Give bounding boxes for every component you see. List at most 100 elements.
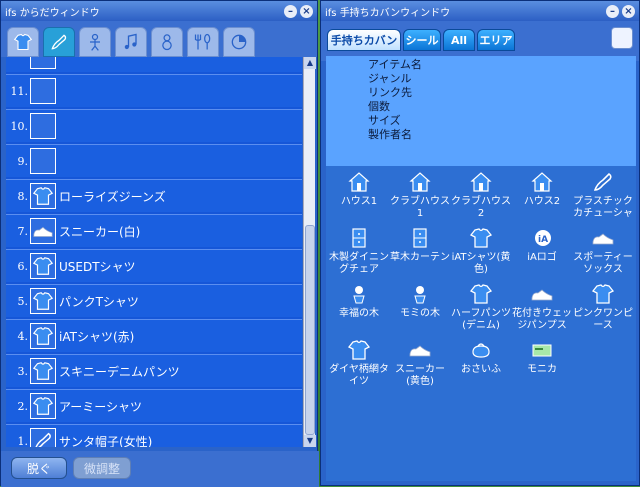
item-name: サンタ帽子(女性) bbox=[59, 434, 153, 448]
equipped-row[interactable]: 9. bbox=[6, 144, 302, 177]
grid-view-icon[interactable] bbox=[611, 27, 633, 49]
bag-item[interactable]: モミの木 bbox=[389, 282, 451, 320]
bag-item[interactable]: ハーフパンツ(デニム) bbox=[450, 282, 512, 332]
bag-item-label: プラスチックカチューシャ bbox=[573, 196, 633, 219]
bag-item[interactable]: スポーティーソックス bbox=[572, 226, 634, 276]
scroll-thumb[interactable] bbox=[305, 225, 315, 435]
bag-item[interactable]: ピンクワンピース bbox=[572, 282, 634, 332]
equipped-row[interactable]: 2. アーミーシャツ bbox=[6, 389, 302, 422]
bag-item[interactable]: クラブハウス1 bbox=[389, 170, 451, 220]
cabinet-icon bbox=[389, 226, 451, 250]
item-slot bbox=[30, 148, 56, 174]
row-number: 3. bbox=[17, 364, 29, 378]
item-slot bbox=[30, 323, 56, 349]
info-label: 製作者名 bbox=[368, 128, 412, 141]
minimize-icon[interactable]: – bbox=[284, 4, 297, 18]
item-slot bbox=[30, 183, 56, 209]
bag-item[interactable]: 幸福の木 bbox=[328, 282, 390, 320]
item-slot bbox=[30, 253, 56, 279]
body-window-title: ifs からだウィンドウ bbox=[5, 7, 100, 19]
sneaker-icon bbox=[572, 226, 634, 250]
scroll-up-icon[interactable]: ▲ bbox=[304, 57, 316, 69]
equipped-row[interactable]: 6. USEDTシャツ bbox=[6, 249, 302, 282]
shirt-icon bbox=[32, 395, 54, 417]
bag-item[interactable]: スニーカー(黄色) bbox=[389, 338, 451, 388]
equipped-row[interactable]: 7. スニーカー(白) bbox=[6, 214, 302, 247]
bag-item-label: ハウス2 bbox=[523, 196, 561, 207]
bag-window-titlebar[interactable]: ifs 手持ちカバンウィンドウ – × bbox=[321, 1, 639, 21]
item-info-panel: アイテム名 ジャンル リンク先 個数 サイズ 製作者名 bbox=[326, 56, 636, 166]
bag-item[interactable]: モニカ bbox=[511, 338, 573, 376]
category-tab[interactable] bbox=[7, 27, 39, 57]
equipped-row[interactable]: 11. bbox=[6, 74, 302, 107]
item-name: パンクTシャツ bbox=[59, 294, 139, 309]
body-window-titlebar[interactable]: ifs からだウィンドウ – × bbox=[1, 1, 317, 21]
item-slot bbox=[30, 113, 56, 139]
equipped-row[interactable]: 3. スキニーデニムパンツ bbox=[6, 354, 302, 387]
item-name: ローライズジーンズ bbox=[59, 189, 166, 204]
category-tab[interactable] bbox=[187, 27, 219, 57]
bag-item[interactable]: クラブハウス2 bbox=[450, 170, 512, 220]
equipped-row[interactable]: 8. ローライズジーンズ bbox=[6, 179, 302, 212]
row-number: 4. bbox=[17, 329, 29, 343]
bag-item[interactable]: ハウス2 bbox=[511, 170, 573, 208]
bag-item[interactable]: 木製ダイニングチェア bbox=[328, 226, 390, 276]
bag-item[interactable]: おさいふ bbox=[450, 338, 512, 376]
bag-window-title: ifs 手持ちカバンウィンドウ bbox=[325, 7, 451, 19]
row-number: 7. bbox=[17, 224, 29, 238]
equipped-list: 11. 10. 9. 8. ローライズジーンズ 7. スニーカー(白) 6. USEDTシャツ 5… bbox=[6, 57, 302, 447]
bag-item-label: iAロゴ bbox=[527, 252, 557, 263]
shirt-icon bbox=[450, 282, 512, 306]
bag-item[interactable]: プラスチックカチューシャ bbox=[572, 170, 634, 220]
tab-sticker[interactable]: シール bbox=[403, 29, 441, 51]
equipped-row[interactable]: 10. bbox=[6, 109, 302, 142]
bag-item-label: モニカ bbox=[527, 364, 557, 375]
equipped-row[interactable]: 5. パンクTシャツ bbox=[6, 284, 302, 317]
tab-bag[interactable]: 手持ちカバン bbox=[327, 29, 401, 51]
bag-item-label: クラブハウス2 bbox=[451, 196, 511, 219]
shirt-icon bbox=[32, 255, 54, 277]
bag-item[interactable]: ダイヤ柄網タイツ bbox=[328, 338, 390, 388]
brush-icon bbox=[32, 430, 54, 447]
bag-item-label: iATシャツ(黄色) bbox=[451, 252, 511, 275]
bag-item[interactable]: 草木カーテン bbox=[389, 226, 451, 264]
close-icon[interactable]: × bbox=[300, 4, 313, 18]
category-tab[interactable] bbox=[223, 27, 255, 57]
undress-button[interactable]: 脱ぐ bbox=[11, 457, 67, 479]
card-icon bbox=[511, 338, 573, 362]
item-slot bbox=[30, 358, 56, 384]
tab-area[interactable]: エリア bbox=[477, 29, 515, 51]
logo-icon: iA bbox=[511, 226, 573, 250]
brush-icon bbox=[572, 170, 634, 194]
bag-item-label: ハウス1 bbox=[340, 196, 378, 207]
fine-adjust-button[interactable]: 微調整 bbox=[73, 457, 131, 479]
category-tab[interactable] bbox=[115, 27, 147, 57]
scroll-down-icon[interactable]: ▼ bbox=[304, 435, 316, 447]
shirt-icon bbox=[572, 282, 634, 306]
equipped-row[interactable]: 4. iATシャツ(赤) bbox=[6, 319, 302, 352]
bag-item[interactable]: iA iAロゴ bbox=[511, 226, 573, 264]
bag-item[interactable]: ハウス1 bbox=[328, 170, 390, 208]
shirt-icon bbox=[32, 325, 54, 347]
body-window: ifs からだウィンドウ – × 11. 10. 9. 8. ローライズジーンズ 7. スニ… bbox=[0, 0, 319, 487]
row-number: 8. bbox=[17, 189, 29, 203]
close-icon[interactable]: × bbox=[622, 4, 635, 18]
bag-item-grid: ハウス1 クラブハウス1 クラブハウス2 ハウス2 プラスチックカチューシャ木製ダイニン… bbox=[326, 166, 636, 481]
bag-item[interactable]: 花付きウェッジパンプス bbox=[511, 282, 573, 332]
equipped-row[interactable] bbox=[6, 57, 302, 72]
category-tabs bbox=[1, 21, 317, 57]
category-tab[interactable] bbox=[43, 27, 75, 57]
bag-item-label: おさいふ bbox=[461, 364, 501, 375]
category-tab[interactable] bbox=[79, 27, 111, 57]
minimize-icon[interactable]: – bbox=[606, 4, 619, 18]
bag-item-label: クラブハウス1 bbox=[390, 196, 450, 219]
bag-item[interactable]: iATシャツ(黄色) bbox=[450, 226, 512, 276]
bag-item-label: モミの木 bbox=[400, 308, 440, 319]
body-window-actions: 脱ぐ 微調整 bbox=[1, 451, 319, 487]
bag-item-label: ハーフパンツ(デニム) bbox=[451, 308, 511, 331]
tab-all[interactable]: All bbox=[443, 29, 475, 51]
item-name: アーミーシャツ bbox=[59, 399, 143, 414]
equipped-row[interactable]: 1. サンタ帽子(女性) bbox=[6, 424, 302, 447]
scrollbar[interactable]: ▲ ▼ bbox=[303, 57, 316, 447]
category-tab[interactable] bbox=[151, 27, 183, 57]
